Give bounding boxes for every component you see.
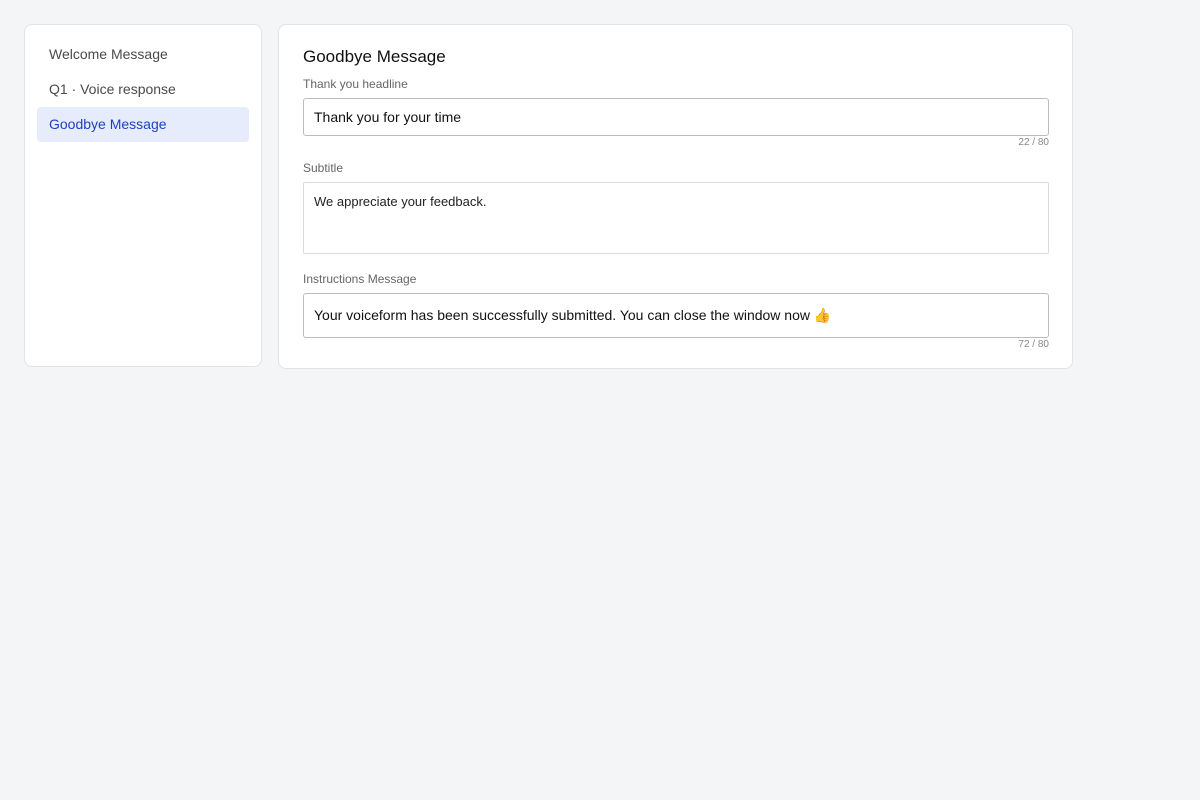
headline-char-counter: 22 / 80 (1018, 137, 1049, 148)
subtitle-field-group: Subtitle We appreciate your feedback. (303, 161, 1049, 254)
instructions-input[interactable] (303, 293, 1049, 338)
sidebar-item-welcome-message[interactable]: Welcome Message (37, 37, 249, 72)
goodbye-message-panel: Goodbye Message Thank you headline 22 / … (278, 24, 1073, 369)
headline-field-group: Thank you headline 22 / 80 (303, 77, 1049, 149)
headline-label: Thank you headline (303, 77, 408, 91)
headline-input[interactable] (303, 98, 1049, 136)
sidebar-item-goodbye-message[interactable]: Goodbye Message (37, 107, 249, 142)
instructions-field-group: Instructions Message 72 / 80 (303, 272, 1049, 351)
subtitle-label: Subtitle (303, 161, 344, 175)
subtitle-textarea[interactable]: We appreciate your feedback. (303, 182, 1049, 254)
instructions-label: Instructions Message (303, 272, 417, 286)
instructions-char-counter: 72 / 80 (1018, 339, 1049, 350)
sidebar-item-q1-voice-response[interactable]: Q1 · Voice response (37, 72, 249, 107)
editor-layout: Welcome Message Q1 · Voice response Good… (24, 24, 1073, 369)
sidebar: Welcome Message Q1 · Voice response Good… (24, 24, 262, 367)
page-title: Goodbye Message (303, 47, 446, 66)
